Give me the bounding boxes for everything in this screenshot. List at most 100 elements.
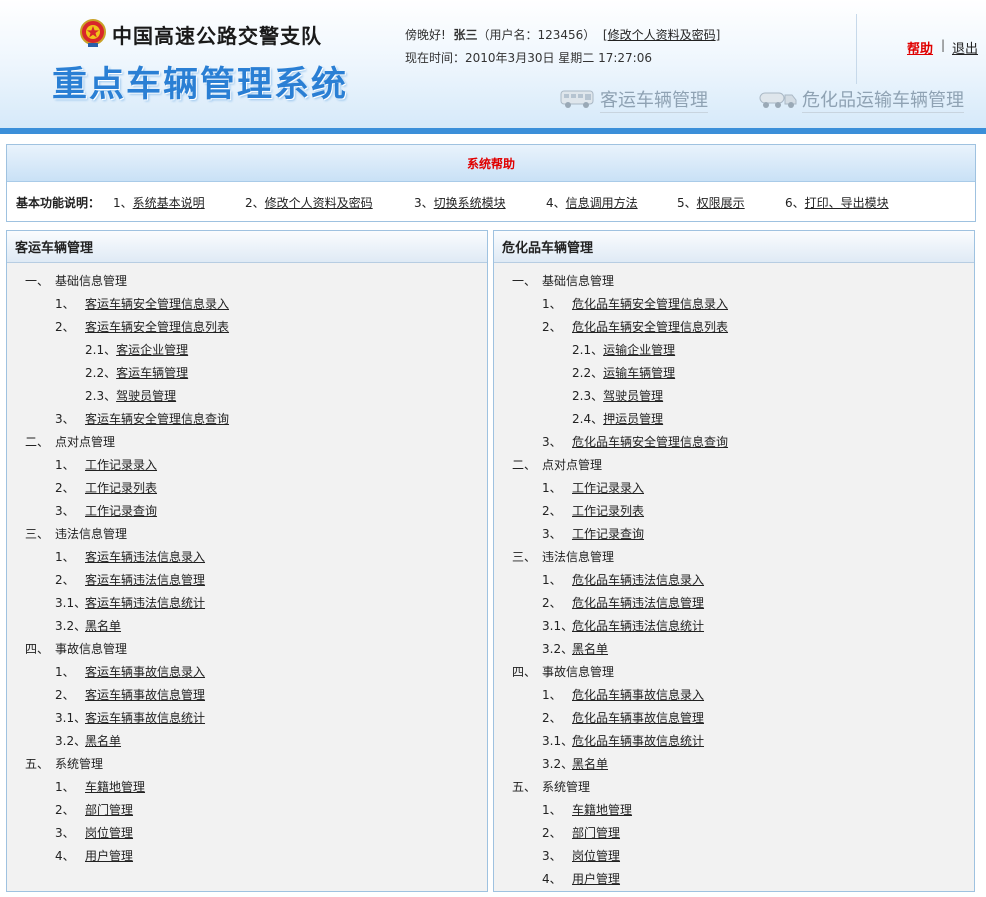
menu-item-number: 3.2、 xyxy=(542,757,574,771)
menu-item: 2、 危化品车辆事故信息管理 xyxy=(542,709,704,727)
menu-item-number: 2.4、 xyxy=(572,412,604,426)
clock-value: 2010年3月30日 星期二 17:27:06 xyxy=(465,51,652,65)
menu-item-number: 2、 xyxy=(542,826,562,840)
menu-section-label: 事故信息管理 xyxy=(542,665,615,679)
menu-link[interactable]: 客运车辆安全管理信息列表 xyxy=(85,320,229,334)
menu-link[interactable]: 危化品车辆违法信息管理 xyxy=(572,596,704,610)
menu-item: 3.1、客运车辆违法信息统计 xyxy=(55,594,205,612)
menu-section-label: 违法信息管理 xyxy=(55,527,128,541)
menu-link[interactable]: 车籍地管理 xyxy=(572,803,632,817)
menu-link[interactable]: 客运车辆事故信息录入 xyxy=(85,665,205,679)
tab-bus-management[interactable]: 客运车辆管理 xyxy=(560,86,708,113)
help-link-basic-intro[interactable]: 系统基本说明 xyxy=(133,196,205,210)
welcome-line: 傍晚好! 张三（用户名：123456） [修改个人资料及密码] xyxy=(405,28,721,42)
menu-link[interactable]: 客运车辆违法信息统计 xyxy=(85,596,205,610)
help-link-info-call[interactable]: 信息调用方法 xyxy=(566,196,638,210)
menu-link[interactable]: 危化品车辆事故信息管理 xyxy=(572,711,704,725)
menu-link[interactable]: 工作记录列表 xyxy=(572,504,644,518)
menu-link[interactable]: 危化品车辆安全管理信息列表 xyxy=(572,320,728,334)
menu-item-number: 2.3、 xyxy=(85,389,117,403)
menu-item-number: 一、 xyxy=(25,274,50,288)
header-divider xyxy=(856,14,857,84)
menu-link[interactable]: 部门管理 xyxy=(572,826,620,840)
menu-link[interactable]: 驾驶员管理 xyxy=(603,389,663,403)
menu-link[interactable]: 客运车辆违法信息管理 xyxy=(85,573,205,587)
menu-link[interactable]: 黑名单 xyxy=(572,757,608,771)
help-item: 4、信息调用方法 xyxy=(546,194,638,211)
menu-item-number: 2.2、 xyxy=(572,366,604,380)
menu-link[interactable]: 工作记录录入 xyxy=(85,458,157,472)
menu-item: 1、 客运车辆违法信息录入 xyxy=(55,548,205,566)
menu-item: 2.1、客运企业管理 xyxy=(85,341,188,359)
menu-link[interactable]: 黑名单 xyxy=(85,734,121,748)
menu-section-heading: 二、 点对点管理 xyxy=(512,456,602,474)
menu-link[interactable]: 危化品车辆安全管理信息录入 xyxy=(572,297,728,311)
bus-management-panel: 客运车辆管理 一、 基础信息管理 1、 客运车辆安全管理信息录入 2、 客运车辆安全管理信… xyxy=(6,230,488,892)
menu-link[interactable]: 客运车辆安全管理信息查询 xyxy=(85,412,229,426)
menu-link[interactable]: 工作记录查询 xyxy=(85,504,157,518)
menu-item: 1、 危化品车辆安全管理信息录入 xyxy=(542,295,728,313)
help-link-print-export[interactable]: 打印、导出模块 xyxy=(805,196,889,210)
menu-link[interactable]: 客运车辆违法信息录入 xyxy=(85,550,205,564)
menu-link[interactable]: 危化品车辆违法信息统计 xyxy=(572,619,704,633)
help-link-switch-module[interactable]: 切换系统模块 xyxy=(434,196,506,210)
menu-link[interactable]: 工作记录录入 xyxy=(572,481,644,495)
logout-link[interactable]: 退出 xyxy=(952,38,978,57)
menu-item-number: 2、 xyxy=(55,573,75,587)
help-item-num: 1、 xyxy=(113,196,133,210)
menu-item-number: 三、 xyxy=(25,527,50,541)
menu-item-number: 3.1、 xyxy=(55,596,87,610)
menu-link[interactable]: 用户管理 xyxy=(572,872,620,886)
help-link-permissions[interactable]: 权限展示 xyxy=(697,196,745,210)
menu-link[interactable]: 危化品车辆事故信息统计 xyxy=(572,734,704,748)
menu-item: 2.3、驾驶员管理 xyxy=(85,387,176,405)
police-emblem-icon xyxy=(80,19,106,47)
menu-item-number: 1、 xyxy=(542,481,562,495)
menu-item-number: 二、 xyxy=(25,435,50,449)
menu-link[interactable]: 工作记录查询 xyxy=(572,527,644,541)
menu-link[interactable]: 客运车辆管理 xyxy=(116,366,188,380)
menu-item-number: 3、 xyxy=(55,504,75,518)
menu-item-number: 3、 xyxy=(542,849,562,863)
menu-section-heading: 四、 事故信息管理 xyxy=(25,640,127,658)
menu-link[interactable]: 客运车辆事故信息管理 xyxy=(85,688,205,702)
help-link[interactable]: 帮助 xyxy=(907,38,933,57)
menu-link[interactable]: 客运车辆事故信息统计 xyxy=(85,711,205,725)
menu-section-heading: 一、 基础信息管理 xyxy=(512,272,614,290)
menu-item: 3、 岗位管理 xyxy=(55,824,133,842)
edit-profile-link[interactable]: 修改个人资料及密码 xyxy=(608,28,716,42)
menu-link[interactable]: 黑名单 xyxy=(85,619,121,633)
menu-link[interactable]: 岗位管理 xyxy=(572,849,620,863)
menu-item-number: 4、 xyxy=(55,849,75,863)
bus-icon xyxy=(560,90,594,108)
help-lead-label: 基本功能说明： xyxy=(16,196,101,210)
menu-item-number: 2、 xyxy=(55,688,75,702)
menu-link[interactable]: 岗位管理 xyxy=(85,826,133,840)
menu-link[interactable]: 运输车辆管理 xyxy=(603,366,675,380)
menu-item: 1、 车籍地管理 xyxy=(542,801,632,819)
menu-link[interactable]: 押运员管理 xyxy=(603,412,663,426)
menu-link[interactable]: 客运企业管理 xyxy=(116,343,188,357)
menu-link[interactable]: 危化品车辆事故信息录入 xyxy=(572,688,704,702)
menu-item-number: 3.1、 xyxy=(542,619,574,633)
menu-item: 2.1、运输企业管理 xyxy=(572,341,675,359)
menu-item-number: 四、 xyxy=(512,665,537,679)
menu-item-number: 3、 xyxy=(55,412,75,426)
menu-link[interactable]: 客运车辆安全管理信息录入 xyxy=(85,297,229,311)
menu-link[interactable]: 车籍地管理 xyxy=(85,780,145,794)
menu-item-number: 3.2、 xyxy=(55,619,87,633)
menu-link[interactable]: 危化品车辆安全管理信息查询 xyxy=(572,435,728,449)
menu-link[interactable]: 危化品车辆违法信息录入 xyxy=(572,573,704,587)
menu-link[interactable]: 工作记录列表 xyxy=(85,481,157,495)
menu-item-number: 3、 xyxy=(542,527,562,541)
menu-link[interactable]: 用户管理 xyxy=(85,849,133,863)
tab-hazmat-management[interactable]: 危化品运输车辆管理 xyxy=(758,86,964,113)
menu-section-label: 点对点管理 xyxy=(55,435,116,449)
help-link-edit-profile[interactable]: 修改个人资料及密码 xyxy=(265,196,373,210)
menu-link[interactable]: 运输企业管理 xyxy=(603,343,675,357)
menu-link[interactable]: 驾驶员管理 xyxy=(116,389,176,403)
menu-item: 3、 客运车辆安全管理信息查询 xyxy=(55,410,229,428)
menu-link[interactable]: 黑名单 xyxy=(572,642,608,656)
menu-link[interactable]: 部门管理 xyxy=(85,803,133,817)
menu-item: 3.1、危化品车辆事故信息统计 xyxy=(542,732,704,750)
